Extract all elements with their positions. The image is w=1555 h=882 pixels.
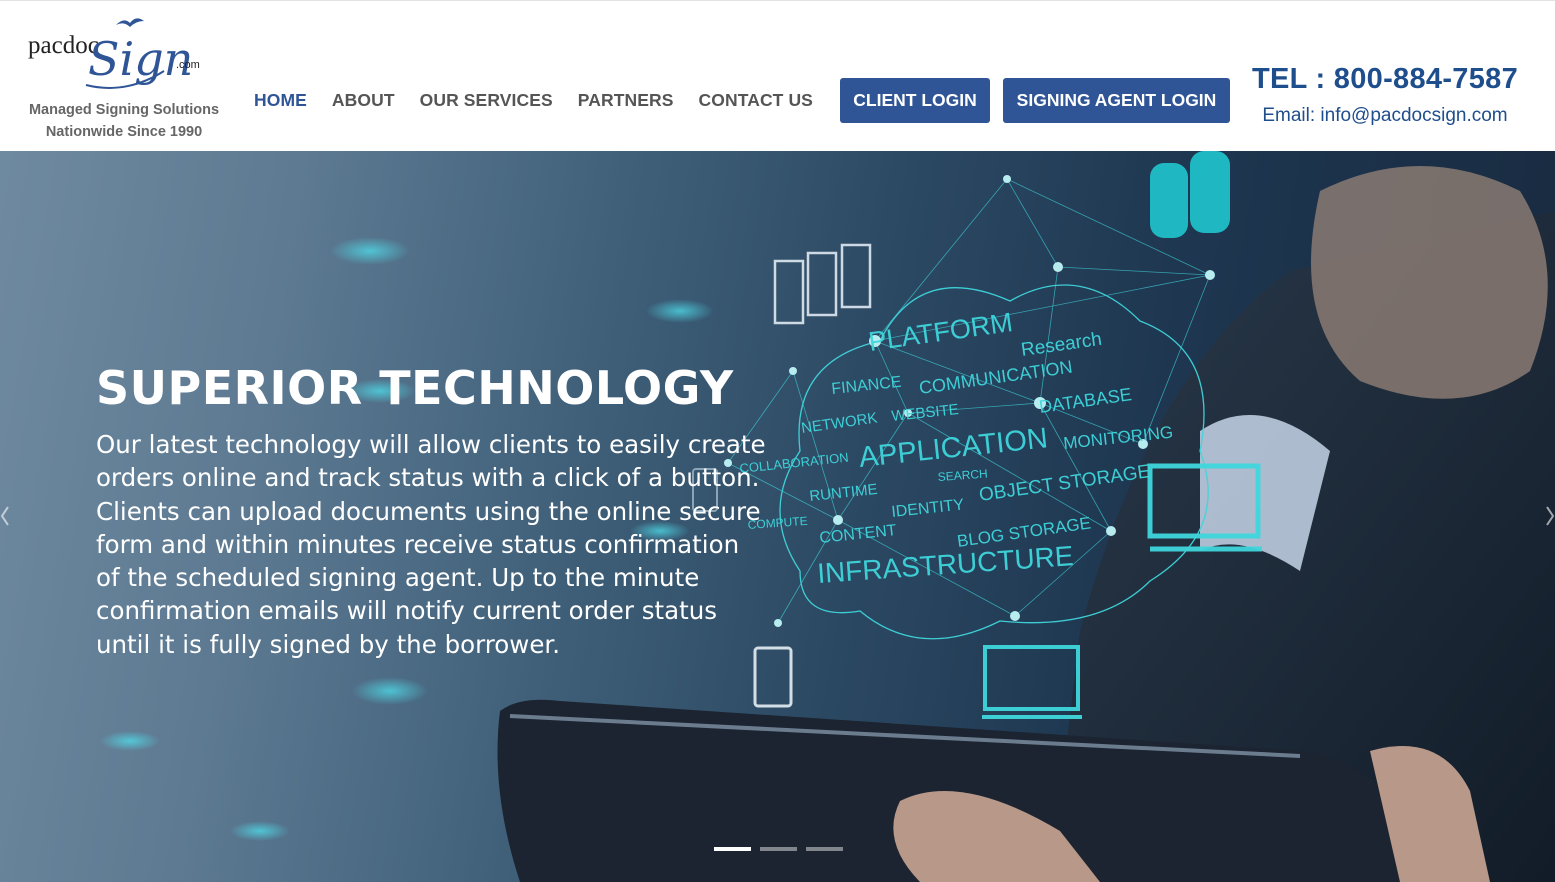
site-header: pacdoc Sign .com Managed Signing Solutio…: [0, 0, 1555, 151]
hero-line: orders online and track status with a cl…: [96, 463, 760, 493]
tagline-line-2: Nationwide Since 1990: [45, 124, 203, 140]
svg-text:PLATFORM: PLATFORM: [867, 307, 1015, 357]
logo-tagline: Managed Signing Solutions Nationwide Sin…: [22, 99, 226, 143]
svg-text:Research: Research: [1020, 329, 1103, 361]
hero-line: Our latest technology will allow clients…: [96, 430, 766, 459]
email-address[interactable]: Email: info@pacdocsign.com: [1240, 99, 1530, 133]
hero-description: Our latest technology will allow clients…: [96, 428, 836, 661]
bird-icon: [116, 18, 144, 27]
svg-text:COMMUNICATION: COMMUNICATION: [918, 357, 1074, 398]
svg-text:DATABASE: DATABASE: [1038, 384, 1133, 417]
nav-partners[interactable]: PARTNERS: [578, 87, 674, 113]
slider-next-arrow-icon[interactable]: [1541, 501, 1555, 531]
nav-home[interactable]: HOME: [254, 87, 307, 113]
svg-text:FINANCE: FINANCE: [831, 374, 903, 398]
nav-about[interactable]: ABOUT: [332, 87, 395, 113]
hero-caption: SUPERIOR TECHNOLOGY Our latest technolog…: [96, 356, 836, 661]
hero-line: form and within minutes receive status c…: [96, 529, 740, 559]
database-icon: [1150, 151, 1230, 238]
logo-wordmark-suffix: .com: [176, 59, 200, 71]
nav-contact-us[interactable]: CONTACT US: [699, 87, 813, 113]
hero-line: of the scheduled signing agent. Up to th…: [96, 563, 700, 593]
hero-slider: PLATFORM Research FINANCE COMMUNICATION …: [0, 151, 1555, 882]
hero-line: confirmation emails will notify current …: [96, 596, 718, 626]
client-login-button[interactable]: CLIENT LOGIN: [840, 78, 990, 123]
tagline-line-1: Managed Signing Solutions: [28, 102, 220, 118]
logo[interactable]: pacdoc Sign .com Managed Signing Solutio…: [22, 13, 226, 143]
svg-text:WEBSITE: WEBSITE: [891, 401, 960, 425]
svg-text:SEARCH: SEARCH: [937, 467, 988, 484]
hero-line: until it is fully signed by the borrower…: [96, 629, 561, 659]
hero-line: Clients can upload documents using the o…: [96, 496, 761, 526]
laptop-icon: [982, 645, 1082, 719]
contact-info: TEL : 800-884-7587 Email: info@pacdocsig…: [1240, 59, 1530, 133]
main-nav: HOME ABOUT OUR SERVICES PARTNERS CONTACT…: [254, 87, 838, 113]
server-rack-icon: [773, 243, 872, 325]
slider-dot-1[interactable]: [714, 847, 751, 851]
slider-dot-3[interactable]: [806, 847, 843, 851]
signing-agent-login-button[interactable]: SIGNING AGENT LOGIN: [1003, 78, 1230, 123]
svg-text:IDENTITY: IDENTITY: [891, 496, 966, 521]
logo-graphic: pacdoc Sign .com: [28, 18, 200, 89]
hand-top: [1311, 166, 1548, 399]
svg-text:APPLICATION: APPLICATION: [857, 422, 1049, 474]
svg-text:INFRASTRUCTURE: INFRASTRUCTURE: [816, 540, 1074, 589]
slider-pagination: [714, 847, 843, 851]
hero-title: SUPERIOR TECHNOLOGY: [96, 361, 734, 415]
phone-number[interactable]: TEL : 800-884-7587: [1240, 59, 1530, 99]
nav-our-services[interactable]: OUR SERVICES: [420, 87, 553, 113]
slider-prev-arrow-icon[interactable]: [0, 501, 14, 531]
slider-dot-2[interactable]: [760, 847, 797, 851]
